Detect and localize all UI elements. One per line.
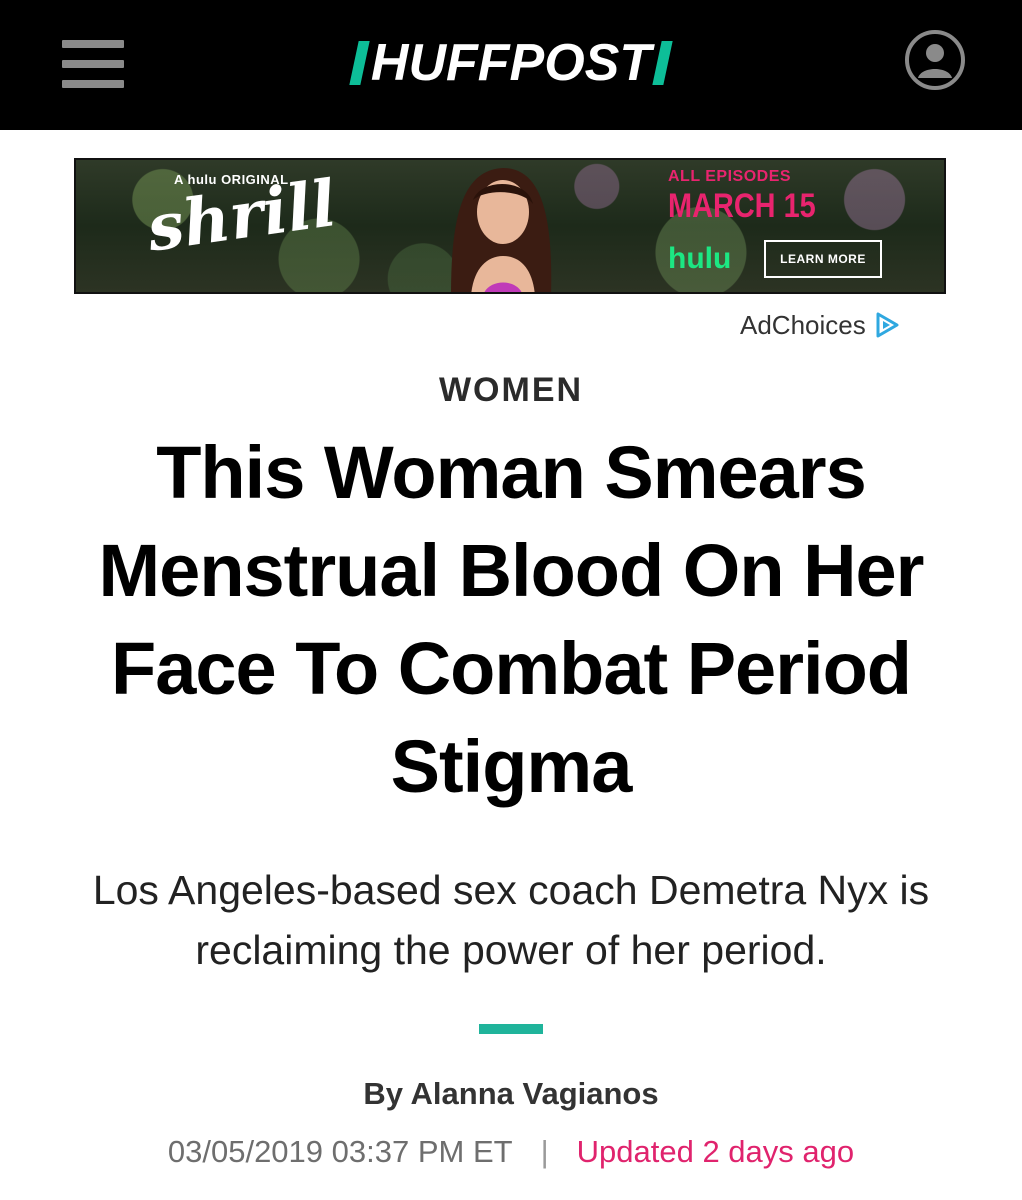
hulu-shrill-banner-ad[interactable]: A hulu ORIGINAL shrill ALL EPISODES MARC…	[74, 158, 946, 294]
byline: By Alanna Vagianos	[0, 1074, 1022, 1114]
hamburger-menu-icon[interactable]	[62, 40, 124, 88]
ad-date-top: ALL EPISODES	[668, 168, 792, 185]
learn-more-button[interactable]: LEARN MORE	[764, 240, 882, 278]
article-subheadline: Los Angeles-based sex coach Demetra Nyx …	[92, 867, 930, 973]
section-label[interactable]: WOMEN	[0, 368, 1022, 412]
adchoices-icon	[874, 312, 900, 338]
byline-prefix: By	[363, 1076, 404, 1111]
divider-bar	[479, 1024, 543, 1034]
huffpost-logo[interactable]: HUFFPOST	[324, 34, 698, 92]
author-link[interactable]: Alanna Vagianos	[411, 1076, 659, 1111]
timestamp-separator: |	[540, 1134, 549, 1169]
logo-text: HUFFPOST	[370, 34, 652, 92]
article-headline: This Woman Smears Menstrual Blood On Her…	[98, 431, 925, 808]
updated-timestamp: Updated 2 days ago	[576, 1134, 855, 1169]
logo-bar-left	[349, 41, 370, 85]
ad-date: MARCH 15	[668, 187, 816, 225]
top-navigation-bar: HUFFPOST	[0, 0, 1022, 130]
ad-woman-image	[411, 160, 591, 292]
adchoices-label: AdChoices	[740, 309, 866, 340]
hulu-logo: hulu	[668, 242, 732, 275]
timestamp-row: 03/05/2019 03:37 PM ET | Updated 2 days …	[0, 1130, 1022, 1174]
publish-date: 03/05/2019 03:37 PM ET	[167, 1134, 513, 1169]
user-account-icon[interactable]	[904, 29, 966, 91]
logo-bar-right	[652, 41, 673, 85]
adchoices-link[interactable]: AdChoices	[740, 308, 900, 342]
